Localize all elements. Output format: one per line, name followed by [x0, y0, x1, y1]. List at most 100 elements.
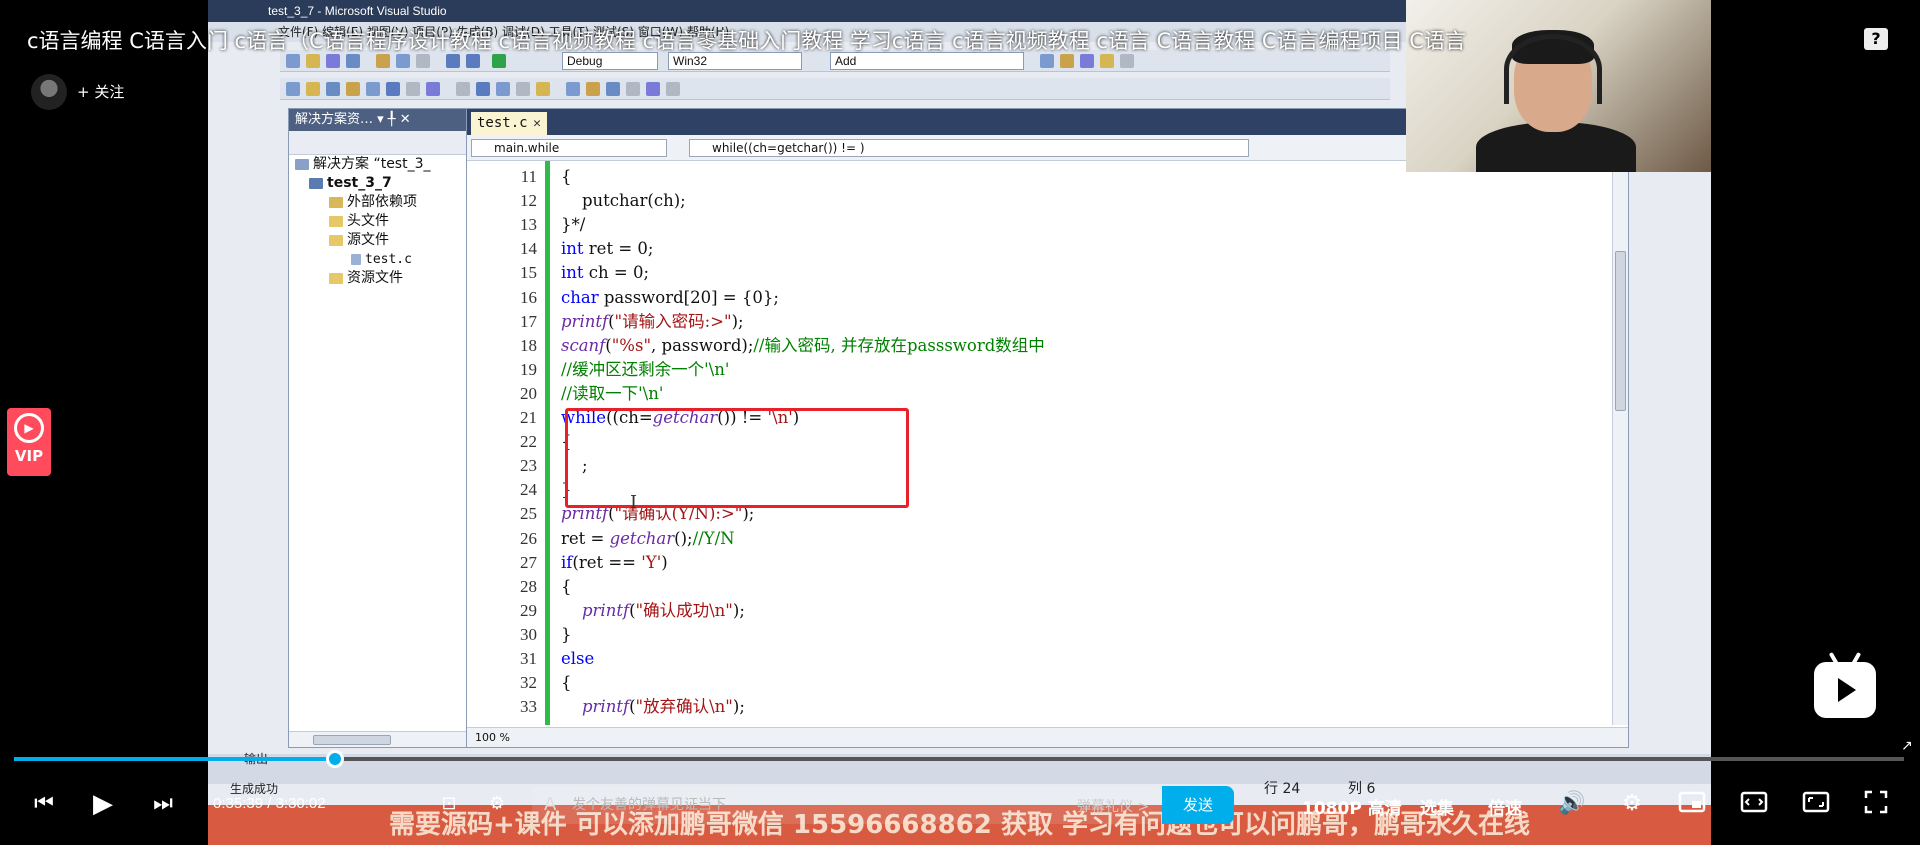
send-button[interactable]: 发送: [1162, 786, 1234, 824]
danmaku-toggle-icon[interactable]: ⊡: [436, 789, 462, 819]
code-text: //缓冲区还剩余一个'\n': [561, 359, 730, 379]
code-text: printf("放弃确认\n");: [581, 697, 745, 717]
code-text: int ch = 0;: [561, 263, 650, 283]
ibeam-cursor-icon: I: [630, 492, 638, 513]
code-line: 33 printf("放弃确认\n");: [467, 695, 1612, 719]
code-line: 16 char password[20] = {0};: [467, 286, 1612, 310]
code-text: }: [561, 624, 572, 644]
line-number: 17: [520, 311, 537, 331]
line-number: 12: [520, 191, 537, 211]
line-number: 14: [520, 239, 537, 259]
highlight-box: [565, 408, 909, 508]
time-separator: /: [267, 795, 272, 812]
nav-scope-combo: main.while: [471, 139, 667, 157]
play-icon[interactable]: ▶: [88, 789, 118, 819]
vip-badge[interactable]: ▶ VIP: [7, 408, 51, 476]
prev-icon[interactable]: ⏮: [31, 789, 57, 819]
line-number: 16: [520, 287, 537, 307]
tree-solution: 解决方案 “test_3_: [289, 155, 468, 174]
code-line: 18 scanf("%s", password);//输入密码, 并存放在pass…: [467, 334, 1612, 358]
line-number: 20: [520, 383, 537, 403]
code-line: 29 printf("确认成功\n");: [467, 599, 1612, 623]
pip-icon[interactable]: [1678, 788, 1706, 816]
vs-toolbar-edit: [280, 78, 1390, 100]
speed-button[interactable]: 倍速: [1488, 794, 1522, 819]
web-fullscreen-icon[interactable]: [1802, 788, 1830, 816]
progress-end-icon: ↗: [1901, 738, 1913, 754]
line-number: 25: [520, 504, 537, 524]
quality-button[interactable]: 1080P 高清: [1302, 794, 1402, 819]
line-number: 18: [520, 335, 537, 355]
nav-member-combo: while((ch=getchar()) != ): [689, 139, 1249, 157]
video-frame[interactable]: test_3_7 - Microsoft Visual Studio 文件(F)…: [208, 0, 1711, 845]
bilibili-tv-icon[interactable]: [1814, 651, 1876, 718]
code-text: {: [561, 576, 572, 596]
solution-explorer: 解决方案资… ▾ ╀ ✕ 解决方案 “test_3_ test_3_7 外部依赖…: [288, 108, 469, 748]
video-title: c语言编程 C语言入门 c语言（C语言程序设计教程 c语言视频教程 c语言零基础…: [27, 29, 1466, 53]
volume-icon[interactable]: 🔊: [1557, 789, 1587, 819]
code-line: 17 printf("请输入密码:>");: [467, 310, 1612, 334]
solution-hscroll: [289, 731, 468, 747]
editor-vscroll: [1612, 161, 1628, 725]
progress-bar[interactable]: [14, 750, 1904, 768]
code-line: 28 {: [467, 575, 1612, 599]
code-text: scanf("%s", password);//输入密码, 并存放在passsw…: [561, 335, 1045, 355]
line-number: 13: [520, 215, 537, 235]
follow-button[interactable]: + 关注: [77, 81, 124, 102]
code-line: 30}: [467, 623, 1612, 647]
code-line: 15 int ch = 0;: [467, 261, 1612, 285]
line-number: 33: [520, 697, 537, 717]
presenter-webcam: [1406, 0, 1711, 172]
line-number: 26: [520, 528, 537, 548]
code-text: ret = getchar();//Y/N: [561, 528, 735, 548]
code-text: {: [561, 673, 572, 693]
tree-project: test_3_7: [289, 174, 468, 193]
help-icon[interactable]: ?: [1864, 28, 1888, 50]
tree-test-c: test.c: [289, 250, 468, 269]
editor-status-zoom: 100 %: [467, 727, 1628, 747]
solution-explorer-toolbar: [289, 131, 468, 155]
line-number: 23: [520, 456, 537, 476]
tree-header-files: 头文件: [289, 212, 468, 231]
code-text: putchar(ch);: [561, 191, 686, 211]
tree-source-files: 源文件: [289, 231, 468, 250]
uploader-avatar[interactable]: [31, 74, 67, 110]
tree-external-deps: 外部依赖项: [289, 193, 468, 212]
line-number: 28: [520, 576, 537, 596]
code-line: 20 //读取一下'\n': [467, 382, 1612, 406]
fullscreen-icon[interactable]: [1862, 788, 1890, 816]
code-text: }*/: [561, 215, 586, 235]
code-text: {: [561, 167, 572, 186]
danmaku-etiquette-link[interactable]: 弹幕礼仪 >: [1077, 796, 1149, 816]
code-line: 12 putchar(ch);: [467, 189, 1612, 213]
code-text: printf("请输入密码:>");: [561, 311, 744, 331]
danmaku-style-icon[interactable]: A: [544, 794, 556, 815]
time-display: 0:35:39 / 3:30:02: [213, 795, 326, 812]
code-line: 19 //缓冲区还剩余一个'\n': [467, 358, 1612, 382]
code-text: int ret = 0;: [561, 239, 654, 259]
code-line: 32 {: [467, 671, 1612, 695]
line-number: 27: [520, 552, 537, 572]
code-line: 27 if(ret == 'Y'): [467, 551, 1612, 575]
find-combo: Add: [830, 52, 1024, 70]
code-text: char password[20] = {0};: [561, 287, 779, 307]
total-time: 3:30:02: [275, 795, 326, 812]
code-line: 31 else: [467, 647, 1612, 671]
settings-icon[interactable]: ⚙: [1617, 789, 1647, 819]
code-text: if(ret == 'Y'): [561, 552, 668, 572]
line-number: 32: [520, 673, 537, 693]
widescreen-icon[interactable]: [1740, 788, 1768, 816]
code-text: else: [561, 649, 595, 668]
next-icon[interactable]: ⏭: [150, 789, 176, 819]
line-number: 11: [520, 167, 537, 186]
line-number: 31: [520, 649, 537, 668]
danmaku-bar: A 弹幕礼仪 >: [532, 786, 1162, 824]
danmaku-settings-icon[interactable]: ⚙: [484, 789, 510, 819]
line-number: 21: [520, 408, 537, 427]
episodes-button[interactable]: 选集: [1420, 794, 1454, 819]
tree-resource-files: 资源文件: [289, 269, 468, 288]
current-time: 0:35:39: [213, 795, 264, 812]
platform-combo: Win32: [668, 52, 802, 70]
code-line: 14 int ret = 0;: [467, 237, 1612, 261]
danmaku-input[interactable]: [572, 795, 1032, 815]
